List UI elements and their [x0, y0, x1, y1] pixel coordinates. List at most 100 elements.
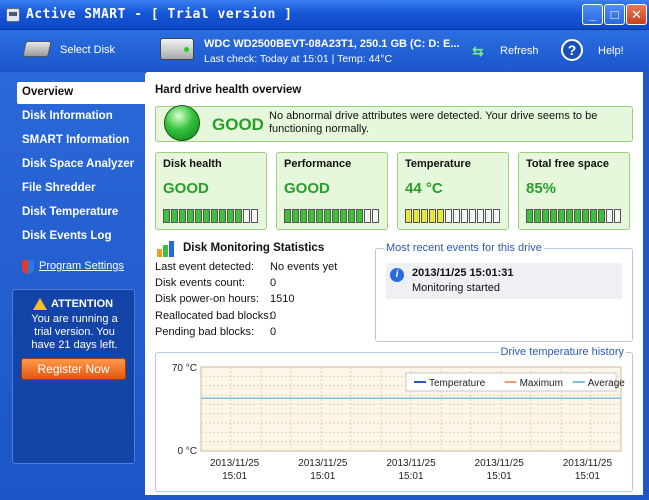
meter-segment [453, 209, 460, 223]
help-icon[interactable]: ? [561, 39, 583, 61]
disk-health-meter [163, 209, 258, 223]
x-tick-label: 2013/11/25 [386, 458, 436, 469]
meter-segment [542, 209, 549, 223]
temperature-meter [405, 209, 500, 223]
app-disk-icon [6, 8, 20, 22]
sidebar-item-smart-information[interactable]: SMART Information [17, 130, 145, 152]
performance-meter [284, 209, 379, 223]
stat-value: 1510 [270, 293, 295, 305]
meter-segment [340, 209, 347, 223]
x-tick-label: 15:01 [310, 471, 335, 482]
meter-segment [558, 209, 565, 223]
card-value: 85% [526, 180, 557, 197]
stat-label: Disk events count: [155, 277, 245, 289]
meter-segment [526, 209, 533, 223]
meter-segment [203, 209, 210, 223]
sidebar-item-disk-space-analyzer[interactable]: Disk Space Analyzer [17, 154, 145, 176]
close-button[interactable]: ✕ [626, 4, 647, 25]
sidebar-item-disk-events-log[interactable]: Disk Events Log [17, 226, 145, 248]
stat-label: Disk power-on hours: [155, 293, 259, 305]
card-label: Performance [284, 158, 352, 170]
program-settings-link[interactable]: Program Settings [39, 260, 124, 272]
card-label: Temperature [405, 158, 471, 170]
meter-segment [550, 209, 557, 223]
x-tick-label: 2013/11/25 [475, 458, 525, 469]
card-value: GOOD [163, 180, 209, 197]
page-title: Hard drive health overview [155, 84, 302, 96]
meter-segment [235, 209, 242, 223]
meter-segment [461, 209, 468, 223]
minimize-button[interactable]: _ [582, 4, 603, 25]
sidebar-item-disk-temperature[interactable]: Disk Temperature [17, 202, 145, 224]
sidebar-item-disk-information[interactable]: Disk Information [17, 106, 145, 128]
legend-label: Temperature [429, 378, 486, 389]
meter-segment [171, 209, 178, 223]
select-disk-button[interactable]: Select Disk [60, 44, 115, 56]
refresh-icon[interactable]: ⇆ [472, 43, 484, 60]
stat-value: No events yet [270, 261, 338, 273]
legend-label: Average [588, 378, 626, 389]
meter-segment [243, 209, 250, 223]
card-disk-health: Disk health GOOD [155, 152, 267, 230]
maximize-button[interactable]: □ [604, 4, 625, 25]
info-icon: i [390, 268, 404, 282]
meter-segment [445, 209, 452, 223]
event-time: 2013/11/25 15:01:31 [412, 267, 514, 279]
meter-segment [590, 209, 597, 223]
register-now-button[interactable]: Register Now [21, 358, 126, 380]
meter-segment [284, 209, 291, 223]
meter-segment [300, 209, 307, 223]
help-button[interactable]: Help! [598, 45, 624, 57]
sidebar: Overview Disk Information SMART Informat… [0, 72, 145, 500]
sidebar-item-overview[interactable]: Overview [17, 82, 145, 104]
meter-segment [437, 209, 444, 223]
meter-segment [421, 209, 428, 223]
x-tick-label: 2013/11/25 [298, 458, 348, 469]
meter-segment [566, 209, 573, 223]
meter-segment [219, 209, 226, 223]
meter-segment [316, 209, 323, 223]
health-status-word: GOOD [212, 115, 264, 134]
stats-title: Disk Monitoring Statistics [183, 242, 325, 254]
last-check-status: Last check: Today at 15:01 | Temp: 44°C [204, 53, 393, 65]
sidebar-item-file-shredder[interactable]: File Shredder [17, 178, 145, 200]
meter-segment [251, 209, 258, 223]
card-total-free-space: Total free space 85% [518, 152, 630, 230]
x-tick-label: 15:01 [222, 471, 247, 482]
meter-segment [413, 209, 420, 223]
refresh-button[interactable]: Refresh [500, 45, 539, 57]
meter-segment [292, 209, 299, 223]
meter-segment [308, 209, 315, 223]
window-title: Active SMART - [ Trial version ] [26, 7, 293, 22]
card-value: GOOD [284, 180, 330, 197]
free-space-meter [526, 209, 621, 223]
x-tick-label: 15:01 [575, 471, 600, 482]
event-message: Monitoring started [412, 282, 501, 294]
event-row[interactable]: i 2013/11/25 15:01:31 Monitoring started [386, 263, 622, 299]
meter-segment [179, 209, 186, 223]
drive-name: WDC WD2500BEVT-08A23T1, 250.1 GB (C: D: … [204, 38, 460, 50]
meter-segment [477, 209, 484, 223]
meter-segment [356, 209, 363, 223]
y-tick-label: 0 °C [177, 446, 197, 457]
recent-events-panel: Most recent events for this drive i 2013… [375, 242, 633, 342]
meter-segment [364, 209, 371, 223]
bar-chart-icon [157, 241, 177, 257]
card-performance: Performance GOOD [276, 152, 388, 230]
meter-segment [574, 209, 581, 223]
x-tick-label: 15:01 [398, 471, 423, 482]
x-tick-label: 2013/11/25 [210, 458, 260, 469]
meter-segment [614, 209, 621, 223]
health-status-bar: GOOD No abnormal drive attributes were d… [155, 105, 633, 142]
title-bar: Active SMART - [ Trial version ] _ □ ✕ [0, 0, 649, 30]
select-disk-icon[interactable] [22, 41, 52, 57]
card-temperature: Temperature 44 °C [397, 152, 509, 230]
meter-segment [163, 209, 170, 223]
card-value: 44 °C [405, 180, 443, 197]
meter-segment [485, 209, 492, 223]
card-label: Disk health [163, 158, 222, 170]
stat-label: Last event detected: [155, 261, 255, 273]
x-tick-label: 15:01 [487, 471, 512, 482]
meter-segment [469, 209, 476, 223]
recent-events-title: Most recent events for this drive [384, 242, 544, 254]
